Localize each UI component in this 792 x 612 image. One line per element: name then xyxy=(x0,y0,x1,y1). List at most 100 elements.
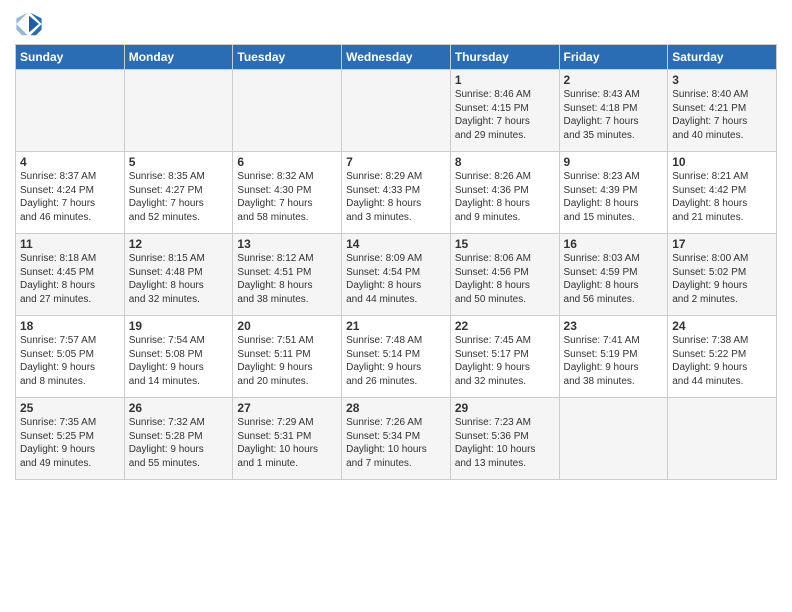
calendar-cell: 23Sunrise: 7:41 AMSunset: 5:19 PMDayligh… xyxy=(559,316,668,398)
day-number: 25 xyxy=(20,401,120,415)
calendar-week-row: 25Sunrise: 7:35 AMSunset: 5:25 PMDayligh… xyxy=(16,398,777,480)
day-info: Sunrise: 8:40 AMSunset: 4:21 PMDaylight:… xyxy=(672,88,772,142)
day-info: Sunrise: 8:00 AMSunset: 5:02 PMDaylight:… xyxy=(672,252,772,306)
day-info: Sunrise: 8:12 AMSunset: 4:51 PMDaylight:… xyxy=(237,252,337,306)
calendar-cell: 7Sunrise: 8:29 AMSunset: 4:33 PMDaylight… xyxy=(342,152,451,234)
day-number: 14 xyxy=(346,237,446,251)
day-info: Sunrise: 7:45 AMSunset: 5:17 PMDaylight:… xyxy=(455,334,555,388)
day-info: Sunrise: 8:18 AMSunset: 4:45 PMDaylight:… xyxy=(20,252,120,306)
day-number: 2 xyxy=(564,73,664,87)
calendar-cell: 21Sunrise: 7:48 AMSunset: 5:14 PMDayligh… xyxy=(342,316,451,398)
weekday-header: Thursday xyxy=(450,45,559,70)
day-info: Sunrise: 8:09 AMSunset: 4:54 PMDaylight:… xyxy=(346,252,446,306)
day-number: 13 xyxy=(237,237,337,251)
calendar-cell: 3Sunrise: 8:40 AMSunset: 4:21 PMDaylight… xyxy=(668,70,777,152)
day-number: 8 xyxy=(455,155,555,169)
weekday-header: Sunday xyxy=(16,45,125,70)
calendar-cell: 18Sunrise: 7:57 AMSunset: 5:05 PMDayligh… xyxy=(16,316,125,398)
calendar-cell: 12Sunrise: 8:15 AMSunset: 4:48 PMDayligh… xyxy=(124,234,233,316)
day-info: Sunrise: 8:29 AMSunset: 4:33 PMDaylight:… xyxy=(346,170,446,224)
day-number: 27 xyxy=(237,401,337,415)
calendar-cell xyxy=(16,70,125,152)
calendar-cell: 11Sunrise: 8:18 AMSunset: 4:45 PMDayligh… xyxy=(16,234,125,316)
day-number: 17 xyxy=(672,237,772,251)
calendar-cell: 15Sunrise: 8:06 AMSunset: 4:56 PMDayligh… xyxy=(450,234,559,316)
day-number: 9 xyxy=(564,155,664,169)
calendar-cell: 14Sunrise: 8:09 AMSunset: 4:54 PMDayligh… xyxy=(342,234,451,316)
calendar-cell: 8Sunrise: 8:26 AMSunset: 4:36 PMDaylight… xyxy=(450,152,559,234)
calendar-cell: 10Sunrise: 8:21 AMSunset: 4:42 PMDayligh… xyxy=(668,152,777,234)
calendar-body: 1Sunrise: 8:46 AMSunset: 4:15 PMDaylight… xyxy=(16,70,777,480)
calendar-week-row: 1Sunrise: 8:46 AMSunset: 4:15 PMDaylight… xyxy=(16,70,777,152)
day-info: Sunrise: 7:51 AMSunset: 5:11 PMDaylight:… xyxy=(237,334,337,388)
calendar-table: SundayMondayTuesdayWednesdayThursdayFrid… xyxy=(15,44,777,480)
header xyxy=(15,10,777,38)
day-info: Sunrise: 7:57 AMSunset: 5:05 PMDaylight:… xyxy=(20,334,120,388)
day-number: 12 xyxy=(129,237,229,251)
calendar-cell: 29Sunrise: 7:23 AMSunset: 5:36 PMDayligh… xyxy=(450,398,559,480)
day-info: Sunrise: 8:03 AMSunset: 4:59 PMDaylight:… xyxy=(564,252,664,306)
calendar-cell: 19Sunrise: 7:54 AMSunset: 5:08 PMDayligh… xyxy=(124,316,233,398)
day-number: 5 xyxy=(129,155,229,169)
calendar-header: SundayMondayTuesdayWednesdayThursdayFrid… xyxy=(16,45,777,70)
calendar-cell: 2Sunrise: 8:43 AMSunset: 4:18 PMDaylight… xyxy=(559,70,668,152)
day-number: 29 xyxy=(455,401,555,415)
weekday-header: Saturday xyxy=(668,45,777,70)
day-info: Sunrise: 8:46 AMSunset: 4:15 PMDaylight:… xyxy=(455,88,555,142)
calendar-cell: 13Sunrise: 8:12 AMSunset: 4:51 PMDayligh… xyxy=(233,234,342,316)
logo-icon xyxy=(15,10,43,38)
calendar-week-row: 18Sunrise: 7:57 AMSunset: 5:05 PMDayligh… xyxy=(16,316,777,398)
calendar-cell xyxy=(124,70,233,152)
calendar-cell: 17Sunrise: 8:00 AMSunset: 5:02 PMDayligh… xyxy=(668,234,777,316)
day-number: 4 xyxy=(20,155,120,169)
calendar-cell: 1Sunrise: 8:46 AMSunset: 4:15 PMDaylight… xyxy=(450,70,559,152)
calendar-cell: 6Sunrise: 8:32 AMSunset: 4:30 PMDaylight… xyxy=(233,152,342,234)
day-number: 7 xyxy=(346,155,446,169)
day-info: Sunrise: 7:32 AMSunset: 5:28 PMDaylight:… xyxy=(129,416,229,470)
day-number: 22 xyxy=(455,319,555,333)
weekday-header: Monday xyxy=(124,45,233,70)
day-number: 21 xyxy=(346,319,446,333)
day-number: 15 xyxy=(455,237,555,251)
day-info: Sunrise: 8:32 AMSunset: 4:30 PMDaylight:… xyxy=(237,170,337,224)
calendar-cell: 26Sunrise: 7:32 AMSunset: 5:28 PMDayligh… xyxy=(124,398,233,480)
day-info: Sunrise: 8:37 AMSunset: 4:24 PMDaylight:… xyxy=(20,170,120,224)
day-info: Sunrise: 7:26 AMSunset: 5:34 PMDaylight:… xyxy=(346,416,446,470)
header-row: SundayMondayTuesdayWednesdayThursdayFrid… xyxy=(16,45,777,70)
page-container: SundayMondayTuesdayWednesdayThursdayFrid… xyxy=(0,0,792,488)
day-info: Sunrise: 7:29 AMSunset: 5:31 PMDaylight:… xyxy=(237,416,337,470)
day-number: 28 xyxy=(346,401,446,415)
day-number: 10 xyxy=(672,155,772,169)
day-info: Sunrise: 8:15 AMSunset: 4:48 PMDaylight:… xyxy=(129,252,229,306)
day-info: Sunrise: 7:38 AMSunset: 5:22 PMDaylight:… xyxy=(672,334,772,388)
calendar-cell: 28Sunrise: 7:26 AMSunset: 5:34 PMDayligh… xyxy=(342,398,451,480)
day-number: 11 xyxy=(20,237,120,251)
weekday-header: Tuesday xyxy=(233,45,342,70)
day-info: Sunrise: 8:21 AMSunset: 4:42 PMDaylight:… xyxy=(672,170,772,224)
day-info: Sunrise: 8:26 AMSunset: 4:36 PMDaylight:… xyxy=(455,170,555,224)
day-number: 6 xyxy=(237,155,337,169)
day-number: 26 xyxy=(129,401,229,415)
calendar-cell xyxy=(233,70,342,152)
day-number: 20 xyxy=(237,319,337,333)
calendar-cell: 9Sunrise: 8:23 AMSunset: 4:39 PMDaylight… xyxy=(559,152,668,234)
calendar-cell: 16Sunrise: 8:03 AMSunset: 4:59 PMDayligh… xyxy=(559,234,668,316)
calendar-cell: 4Sunrise: 8:37 AMSunset: 4:24 PMDaylight… xyxy=(16,152,125,234)
day-number: 3 xyxy=(672,73,772,87)
day-number: 18 xyxy=(20,319,120,333)
weekday-header: Wednesday xyxy=(342,45,451,70)
day-info: Sunrise: 8:23 AMSunset: 4:39 PMDaylight:… xyxy=(564,170,664,224)
day-info: Sunrise: 7:54 AMSunset: 5:08 PMDaylight:… xyxy=(129,334,229,388)
day-info: Sunrise: 8:06 AMSunset: 4:56 PMDaylight:… xyxy=(455,252,555,306)
day-number: 23 xyxy=(564,319,664,333)
day-info: Sunrise: 8:43 AMSunset: 4:18 PMDaylight:… xyxy=(564,88,664,142)
day-number: 1 xyxy=(455,73,555,87)
logo xyxy=(15,10,47,38)
day-number: 24 xyxy=(672,319,772,333)
day-info: Sunrise: 7:35 AMSunset: 5:25 PMDaylight:… xyxy=(20,416,120,470)
calendar-cell: 24Sunrise: 7:38 AMSunset: 5:22 PMDayligh… xyxy=(668,316,777,398)
calendar-cell: 27Sunrise: 7:29 AMSunset: 5:31 PMDayligh… xyxy=(233,398,342,480)
calendar-week-row: 11Sunrise: 8:18 AMSunset: 4:45 PMDayligh… xyxy=(16,234,777,316)
calendar-cell: 25Sunrise: 7:35 AMSunset: 5:25 PMDayligh… xyxy=(16,398,125,480)
calendar-cell: 20Sunrise: 7:51 AMSunset: 5:11 PMDayligh… xyxy=(233,316,342,398)
